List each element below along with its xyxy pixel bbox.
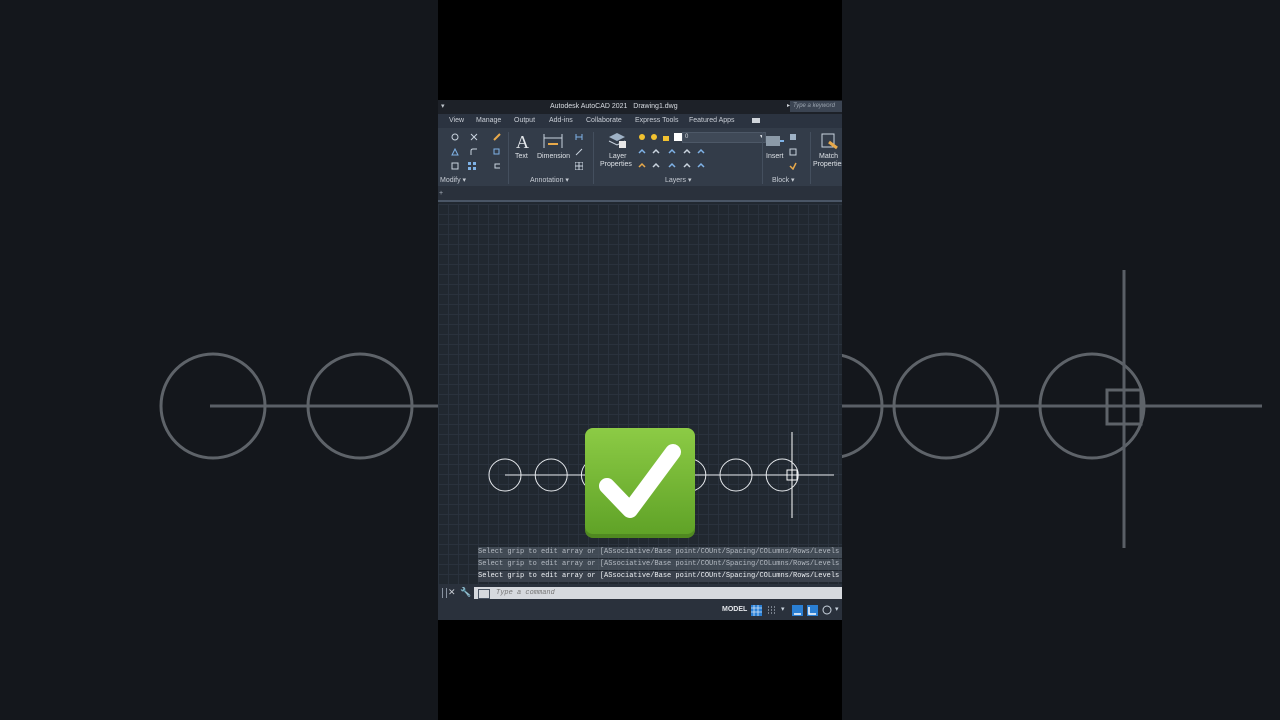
model-space-button[interactable]: MODEL	[722, 606, 747, 613]
layer-freeze-icon[interactable]	[650, 133, 658, 141]
close-icon[interactable]: ✕	[448, 587, 456, 598]
erase-icon[interactable]	[493, 133, 501, 141]
panel-separator	[508, 132, 509, 184]
layer-current-value: 0	[685, 134, 689, 140]
drag-handle[interactable]	[442, 588, 447, 598]
panel-layers-label[interactable]: Layers ▾	[665, 176, 691, 184]
panel-separator	[810, 132, 811, 184]
match-properties-label-1[interactable]: Match	[819, 153, 838, 161]
layer-properties-label-1[interactable]: Layer	[609, 153, 627, 161]
status-bar: MODEL ▾ ▾	[438, 601, 842, 620]
snap-icon[interactable]	[766, 605, 777, 616]
file-tabs-bar: +	[438, 186, 842, 202]
command-line: ✕ 🔧	[438, 585, 842, 601]
insert-button-label[interactable]: Insert	[766, 153, 784, 161]
window-title: Autodesk AutoCAD 2021 Drawing1.dwg	[550, 103, 678, 110]
array-icon[interactable]	[468, 162, 476, 170]
text-button-label[interactable]: Text	[515, 153, 528, 161]
insert-block-icon[interactable]	[765, 133, 785, 149]
layer-tool-icon[interactable]	[668, 162, 676, 170]
copy-icon[interactable]	[493, 148, 501, 156]
panel-block-label[interactable]: Block ▾	[772, 176, 795, 184]
layer-tool-icon[interactable]	[683, 162, 691, 170]
trim-icon[interactable]	[470, 133, 478, 141]
tab-overflow-icon[interactable]	[752, 118, 760, 123]
leader-icon[interactable]	[575, 148, 583, 156]
tab-manage[interactable]: Manage	[476, 117, 501, 124]
title-bar: ▾ Autodesk AutoCAD 2021 Drawing1.dwg ▸ T…	[438, 100, 842, 114]
autocad-window: ▾ Autodesk AutoCAD 2021 Drawing1.dwg ▸ T…	[438, 100, 842, 620]
rotate-icon[interactable]	[451, 133, 459, 141]
offset-icon[interactable]	[493, 162, 501, 170]
layer-color-icon[interactable]	[674, 133, 682, 141]
layer-lock-icon[interactable]	[662, 133, 670, 141]
search-input[interactable]: Type a keyword	[790, 101, 842, 112]
grid-icon[interactable]	[751, 605, 762, 616]
block-attribute-icon[interactable]	[789, 162, 797, 170]
table-icon[interactable]	[575, 162, 583, 170]
layer-on-icon[interactable]	[638, 133, 646, 141]
command-history: Select grip to edit array or [ASsociativ…	[478, 547, 842, 583]
dimension-icon[interactable]	[542, 132, 564, 150]
layer-properties-icon[interactable]	[607, 131, 627, 149]
quick-access-icon[interactable]: ▾	[441, 102, 445, 110]
tab-view[interactable]: View	[449, 117, 464, 124]
history-line: Select grip to edit array or [ASsociativ…	[478, 571, 842, 582]
layer-tool-icon[interactable]	[652, 162, 660, 170]
tab-addins[interactable]: Add-ins	[549, 117, 573, 124]
new-tab-icon[interactable]: +	[439, 190, 443, 197]
dimension-button-label[interactable]: Dimension	[537, 153, 570, 161]
drawing-canvas[interactable]	[438, 204, 842, 596]
dim-linear-icon[interactable]	[575, 133, 583, 141]
layer-tool-icon[interactable]	[638, 148, 646, 156]
chevron-down-icon[interactable]: ▾	[835, 605, 839, 613]
panel-separator	[593, 132, 594, 184]
match-properties-icon[interactable]	[821, 132, 839, 150]
text-icon[interactable]: A	[515, 132, 531, 150]
ribbon: Modify ▾ A Text Dimension Annotation ▾ L…	[438, 128, 842, 186]
tab-underline	[438, 200, 842, 202]
match-properties-label-2[interactable]: Properties	[813, 161, 842, 169]
svg-text:A: A	[516, 132, 529, 150]
create-block-icon[interactable]	[789, 133, 797, 141]
history-line: Select grip to edit array or [ASsociativ…	[478, 559, 842, 570]
polar-icon[interactable]	[807, 605, 818, 616]
tab-collaborate[interactable]: Collaborate	[586, 117, 622, 124]
background-right	[842, 0, 1280, 720]
layer-tool-icon[interactable]	[668, 148, 676, 156]
chevron-down-icon[interactable]: ▾	[781, 605, 785, 613]
panel-modify-label[interactable]: Modify ▾	[440, 176, 466, 184]
edit-block-icon[interactable]	[789, 148, 797, 156]
mirror-icon[interactable]	[451, 148, 459, 156]
ortho-icon[interactable]	[792, 605, 803, 616]
layer-tool-icon[interactable]	[652, 148, 660, 156]
layer-dropdown[interactable]: 0▾	[682, 132, 766, 143]
layer-properties-label-2[interactable]: Properties	[600, 161, 632, 169]
tab-express-tools[interactable]: Express Tools	[635, 117, 678, 124]
layer-tool-icon[interactable]	[697, 162, 705, 170]
object-snap-tracking-icon[interactable]	[822, 605, 833, 616]
zoomed-array-right	[842, 270, 1262, 548]
panel-annotation-label[interactable]: Annotation ▾	[530, 176, 569, 184]
tab-output[interactable]: Output	[514, 117, 535, 124]
fillet-icon[interactable]	[470, 148, 478, 156]
layer-tool-icon[interactable]	[638, 162, 646, 170]
layer-tool-icon[interactable]	[697, 148, 705, 156]
history-line: Select grip to edit array or [ASsociativ…	[478, 547, 842, 558]
background-left	[0, 0, 438, 720]
stretch-icon[interactable]	[451, 162, 459, 170]
panel-separator	[762, 132, 763, 184]
command-prompt-icon[interactable]	[478, 589, 490, 599]
tab-featured-apps[interactable]: Featured Apps	[689, 117, 735, 124]
command-input[interactable]	[474, 587, 842, 599]
ribbon-tabs: View Manage Output Add-ins Collaborate E…	[438, 114, 842, 128]
layer-tool-icon[interactable]	[683, 148, 691, 156]
wrench-icon[interactable]: 🔧	[460, 587, 471, 598]
zoomed-array-left	[159, 352, 438, 460]
green-check-icon	[585, 428, 695, 538]
